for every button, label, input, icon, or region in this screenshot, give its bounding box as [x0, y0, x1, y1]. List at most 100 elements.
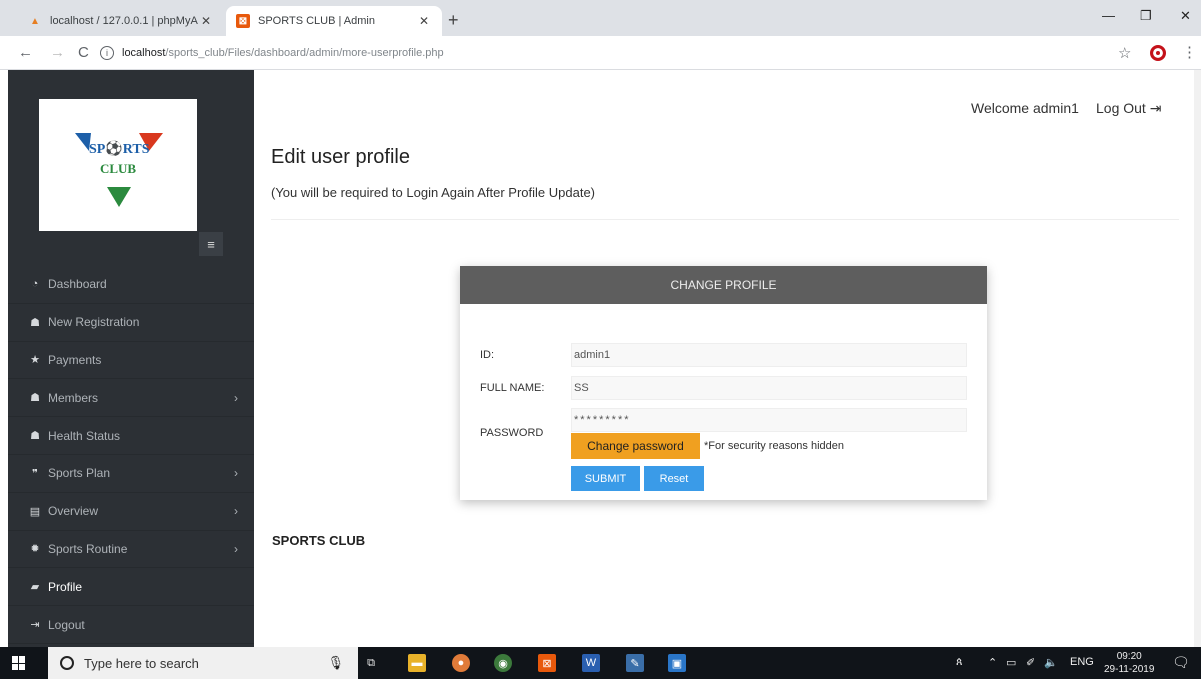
extension-target-icon[interactable]: [1150, 45, 1166, 61]
taskbar-search-input[interactable]: Type here to search 🎙: [48, 647, 358, 679]
sidebar-item-dashboard[interactable]: ◔ Dashboard: [8, 266, 254, 304]
bookmark-star-icon[interactable]: ☆: [1118, 44, 1131, 62]
image-viewer-icon[interactable]: ●: [452, 654, 470, 672]
reload-icon[interactable]: C: [78, 44, 89, 61]
sidebar-item-label: Health Status: [48, 428, 121, 443]
task-view-icon[interactable]: ⧉: [362, 654, 380, 672]
url-path: /sports_club/Files/dashboard/admin/more-…: [165, 47, 444, 59]
clock-date: 29-11-2019: [1104, 664, 1155, 675]
password-field[interactable]: [571, 408, 967, 432]
language-indicator[interactable]: ENG: [1070, 656, 1094, 668]
submit-button[interactable]: SUBMIT: [571, 466, 640, 491]
chevron-right-icon: ›: [234, 504, 238, 519]
folder-icon: ▰: [30, 581, 40, 594]
taskbar-clock[interactable]: 09:20 29-11-2019: [1104, 650, 1154, 676]
close-icon[interactable]: ✕: [416, 14, 432, 28]
sidebar-item-sports-routine[interactable]: ✹ Sports Routine ›: [8, 531, 254, 569]
card-header: CHANGE PROFILE: [460, 266, 987, 304]
notes-icon[interactable]: ✎: [626, 654, 644, 672]
sidebar-item-members[interactable]: ☗ Members ›: [8, 379, 254, 418]
change-password-button[interactable]: Change password: [571, 433, 700, 459]
sidebar-item-label: Members: [48, 390, 99, 405]
divider: [271, 219, 1179, 220]
sidebar-item-label: New Registration: [48, 315, 140, 330]
reset-button[interactable]: Reset: [644, 466, 704, 491]
logout-link[interactable]: Log Out ⇥: [1096, 100, 1161, 117]
pen-icon[interactable]: ✐: [1026, 656, 1035, 669]
tab-sports-club[interactable]: ⊠ SPORTS CLUB | Admin ✕: [226, 6, 442, 36]
sidebar-item-logout[interactable]: ⇥ Logout: [8, 606, 254, 644]
app-window-icon[interactable]: ▣: [668, 654, 686, 672]
windows-taskbar: Type here to search 🎙 ⧉ ▬ ● ◉ ⊠ W ✎ ▣ ጰ …: [0, 647, 1201, 679]
minimize-icon[interactable]: —: [1102, 8, 1115, 23]
quote-icon: ❞: [32, 467, 38, 480]
microphone-icon[interactable]: 🎙: [327, 655, 344, 671]
notification-icon[interactable]: 🗨: [1172, 654, 1190, 671]
logout-label: Log Out: [1096, 100, 1146, 116]
restore-icon[interactable]: ❐: [1140, 8, 1152, 24]
new-tab-button[interactable]: +: [448, 10, 459, 31]
password-label: PASSWORD: [480, 427, 544, 439]
change-profile-card: CHANGE PROFILE ID: FULL NAME: PASSWORD C…: [460, 266, 987, 500]
volume-icon[interactable]: 🔈: [1044, 656, 1058, 669]
url-input[interactable]: i localhost/sports_club/Files/dashboard/…: [100, 41, 1110, 65]
xampp-icon[interactable]: ⊠: [538, 654, 556, 672]
sidebar-item-payments[interactable]: ★ Payments: [8, 342, 254, 380]
id-label: ID:: [480, 349, 495, 361]
sidebar-item-label: Payments: [48, 352, 102, 367]
star-icon: ★: [30, 354, 40, 367]
word-icon[interactable]: W: [582, 654, 600, 672]
cortana-circle-icon: [60, 656, 74, 670]
user-plus-icon: ☗: [30, 430, 40, 443]
users-icon: ☗: [30, 392, 40, 405]
windows-start-icon[interactable]: [12, 656, 26, 670]
logo-line1: SP⚽RTS: [89, 142, 150, 157]
url-host: localhost: [122, 47, 166, 59]
network-icon[interactable]: ▭: [1006, 656, 1016, 669]
fullname-field[interactable]: [571, 376, 967, 400]
chevron-up-icon[interactable]: ⌃: [988, 656, 997, 669]
sidebar-item-label: Sports Plan: [48, 466, 111, 481]
sign-out-icon: ⇥: [30, 619, 40, 632]
fullname-label: FULL NAME:: [480, 382, 545, 394]
sidebar-item-sports-plan[interactable]: ❞ Sports Plan ›: [8, 455, 254, 493]
browser-tab-strip: ▲ localhost / 127.0.0.1 | phpMyAdm ✕ ⊠ S…: [0, 0, 1201, 36]
tab-title: SPORTS CLUB | Admin: [258, 15, 375, 27]
close-icon[interactable]: ✕: [198, 14, 214, 28]
chrome-icon[interactable]: ◉: [494, 654, 512, 672]
sidebar-item-label: Overview: [48, 504, 99, 519]
sign-out-icon: ⇥: [1149, 100, 1162, 116]
browser-menu-icon[interactable]: ⋮: [1182, 43, 1197, 61]
sidebar-nav: ◔ Dashboard ☗ New Registration ★ Payment…: [8, 266, 254, 644]
forward-arrow-icon[interactable]: →: [50, 44, 65, 61]
security-note: *For security reasons hidden: [704, 440, 845, 452]
chevron-right-icon: ›: [234, 466, 238, 481]
logo-line2: CLUB: [99, 161, 137, 176]
people-icon[interactable]: ጰ: [956, 656, 963, 669]
tab-title: localhost / 127.0.0.1 | phpMyAdm: [50, 15, 198, 27]
tab-phpmyadmin[interactable]: ▲ localhost / 127.0.0.1 | phpMyAdm ✕: [18, 6, 224, 36]
phpmyadmin-icon: ▲: [30, 15, 40, 27]
footer-brand: SPORTS CLUB: [272, 533, 366, 548]
search-placeholder: Type here to search: [84, 655, 199, 671]
file-explorer-icon[interactable]: ▬: [408, 654, 426, 672]
window-close-icon[interactable]: ✕: [1180, 8, 1191, 24]
sidebar-item-health-status[interactable]: ☗ Health Status: [8, 417, 254, 455]
sidebar: SP⚽RTS CLUB ≡ ◔ Dashboard ☗ New Registra…: [8, 70, 254, 647]
sidebar-item-label: Dashboard: [48, 277, 107, 292]
chevron-right-icon: ›: [234, 390, 238, 405]
id-field[interactable]: [571, 343, 967, 367]
sidebar-item-label: Sports Routine: [48, 541, 128, 556]
sports-club-logo: SP⚽RTS CLUB: [39, 99, 197, 231]
xampp-icon: ⊠: [236, 14, 250, 28]
sidebar-item-profile[interactable]: ▰ Profile: [8, 568, 254, 607]
page-scrollbar[interactable]: [1194, 70, 1201, 647]
sidebar-item-overview[interactable]: ▤ Overview ›: [8, 493, 254, 531]
chevron-right-icon: ›: [234, 541, 238, 556]
info-icon[interactable]: i: [100, 46, 114, 60]
archive-icon: ▤: [29, 505, 41, 518]
back-arrow-icon[interactable]: ←: [18, 44, 33, 61]
hamburger-menu-icon[interactable]: ≡: [199, 232, 223, 256]
sidebar-item-new-registration[interactable]: ☗ New Registration: [8, 304, 254, 342]
address-bar: ← → C i localhost/sports_club/Files/dash…: [0, 36, 1201, 70]
